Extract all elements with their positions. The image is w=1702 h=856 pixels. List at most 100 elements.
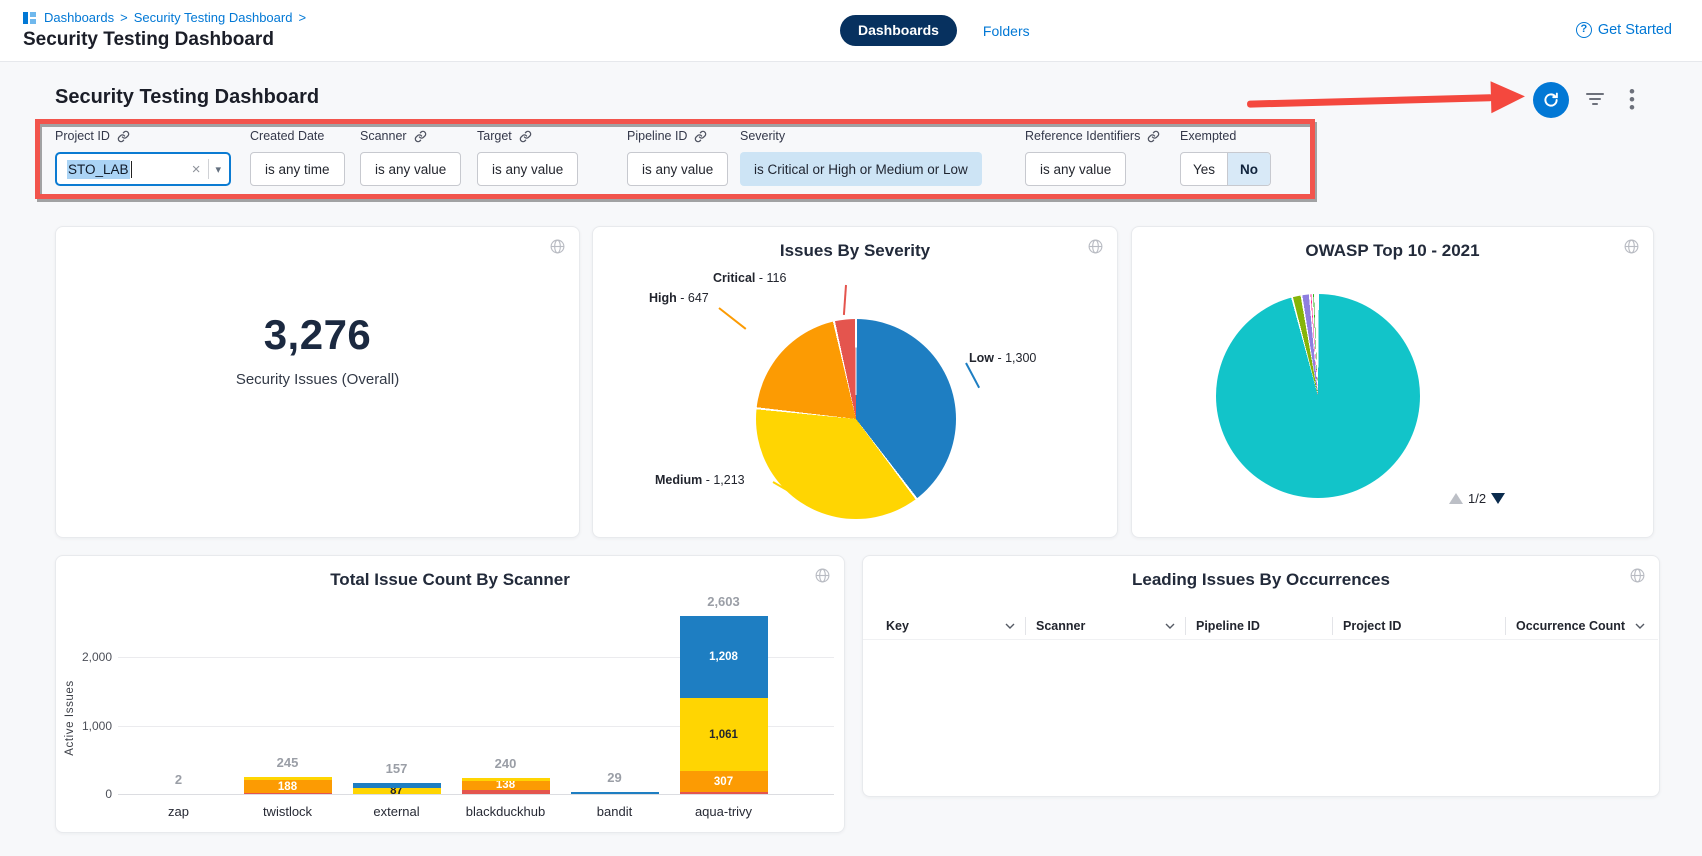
dashboard-title: Security Testing Dashboard	[55, 86, 319, 109]
bar-total-zap: 2	[124, 772, 233, 787]
breadcrumb-link-security-testing-dashboard[interactable]: Security Testing Dashboard	[134, 10, 293, 25]
sort-chevron	[1005, 623, 1015, 629]
pagination-up-icon[interactable]	[1449, 493, 1463, 504]
tab-folders[interactable]: Folders	[983, 23, 1030, 39]
chevron-down-icon	[1635, 623, 1645, 629]
bar-total-aqua-trivy: 2,603	[669, 594, 778, 609]
filter-label-text: Severity	[740, 129, 785, 143]
refresh-button[interactable]	[1533, 82, 1569, 118]
filter-label-reference-identifiers: Reference Identifiers	[1025, 128, 1160, 144]
x-axis-label-bandit: bandit	[560, 804, 669, 819]
filter-created-date: Created Date is any time	[250, 128, 345, 186]
filter-project-id: Project IDSTO_LAB×▾	[55, 128, 231, 186]
filter-reference-identifiers: Reference Identifiers is any value	[1025, 128, 1160, 186]
x-axis-label-external: external	[342, 804, 451, 819]
toggle-option-no[interactable]: No	[1227, 153, 1270, 185]
y-tick-label: 2,000	[70, 650, 112, 664]
header-tabs: Dashboards Folders	[840, 15, 1030, 46]
card-security-issues-overall: 3,276 Security Issues (Overall)	[55, 226, 580, 538]
link-icon	[694, 130, 707, 143]
column-header-key[interactable]: Key	[876, 617, 1025, 635]
breadcrumb: Dashboards > Security Testing Dashboard >	[44, 10, 306, 25]
filter-label-text: Created Date	[250, 129, 324, 143]
pagination-down-icon[interactable]	[1491, 493, 1505, 504]
column-header-occurrence-count[interactable]: Occurrence Count	[1505, 617, 1655, 635]
column-header-pipeline-id[interactable]: Pipeline ID	[1185, 617, 1332, 635]
filter-label-pipeline-id: Pipeline ID	[627, 128, 728, 144]
bar-segment-bandit	[571, 792, 659, 794]
filter-label-severity: Severity	[740, 128, 982, 144]
globe-icon	[1087, 238, 1104, 255]
tab-dashboards[interactable]: Dashboards	[840, 15, 957, 46]
card-owasp-top-10: OWASP Top 10 - 2021 1/2	[1131, 226, 1654, 538]
scanner-bar-plot: 01,0002,0002zap188245twistlock87157exter…	[56, 556, 844, 832]
bar-total-blackduckhub: 240	[451, 756, 560, 771]
globe-icon	[549, 238, 566, 255]
column-header-label: Occurrence Count	[1516, 619, 1625, 633]
filter-input-project-id[interactable]: STO_LAB×▾	[55, 152, 231, 186]
leader-line-critical	[843, 285, 847, 315]
x-axis-label-zap: zap	[124, 804, 233, 819]
filter-button-pipeline-id[interactable]: is any value	[627, 152, 728, 186]
filter-label-text: Reference Identifiers	[1025, 129, 1140, 143]
bar-total-twistlock: 245	[233, 755, 342, 770]
filter-label-project-id: Project ID	[55, 128, 231, 144]
filter-scanner: Scanner is any value	[360, 128, 461, 186]
globe-icon	[549, 238, 566, 260]
bar-segment-external: 87	[353, 788, 441, 794]
filter-label-text: Scanner	[360, 129, 407, 143]
link-icon	[117, 130, 130, 143]
page-title: Security Testing Dashboard	[23, 29, 274, 51]
link-icon	[1147, 130, 1160, 143]
column-header-label: Project ID	[1343, 619, 1401, 633]
filter-label-exempted: Exempted	[1180, 128, 1271, 144]
bar-segment-twistlock	[244, 777, 332, 780]
bar-segment-aqua-trivy: 1,208	[680, 616, 768, 699]
clear-icon[interactable]: ×	[188, 161, 205, 178]
globe-icon	[1623, 238, 1640, 260]
filter-button-target[interactable]: is any value	[477, 152, 578, 186]
leader-line-high	[718, 307, 746, 330]
breadcrumb-link-dashboards[interactable]: Dashboards	[44, 10, 114, 25]
stat-label: Security Issues (Overall)	[56, 371, 579, 388]
x-axis-label-blackduckhub: blackduckhub	[451, 804, 560, 819]
filter-toggle-exempted: YesNo	[1180, 152, 1271, 186]
get-started-label: Get Started	[1598, 22, 1672, 38]
kebab-menu-icon[interactable]: •••	[1629, 88, 1635, 112]
breadcrumb-separator: >	[298, 10, 306, 25]
stat-value: 3,276	[56, 311, 579, 359]
card-leading-issues-by-occurrences: Leading Issues By Occurrences KeyScanner…	[862, 555, 1660, 797]
owasp-pagination: 1/2	[1449, 491, 1505, 506]
pagination-label: 1/2	[1468, 491, 1486, 506]
filter-button-reference-identifiers[interactable]: is any value	[1025, 152, 1126, 186]
column-header-label: Scanner	[1036, 619, 1085, 633]
column-header-project-id[interactable]: Project ID	[1332, 617, 1505, 635]
get-started-link[interactable]: ? Get Started	[1576, 22, 1672, 38]
app-header: Dashboards > Security Testing Dashboard > S…	[0, 0, 1702, 62]
bar-segment-aqua-trivy	[680, 792, 768, 794]
filter-label-created-date: Created Date	[250, 128, 345, 144]
chevron-down-icon	[1165, 623, 1175, 629]
filter-button-created-date[interactable]: is any time	[250, 152, 345, 186]
bar-segment-blackduckhub	[462, 778, 550, 781]
annotation-red-arrow	[1247, 80, 1528, 119]
column-header-label: Key	[886, 619, 909, 633]
breadcrumb-separator: >	[120, 10, 128, 25]
bar-segment-blackduckhub: 138	[462, 781, 550, 790]
chevron-down-icon	[1005, 623, 1015, 629]
column-header-scanner[interactable]: Scanner	[1025, 617, 1185, 635]
filter-button-scanner[interactable]: is any value	[360, 152, 461, 186]
chart-title-severity: Issues By Severity	[593, 241, 1117, 261]
bar-total-external: 157	[342, 761, 451, 776]
filter-pipeline-id: Pipeline ID is any value	[627, 128, 728, 186]
dropdown-caret-icon[interactable]: ▾	[215, 163, 221, 176]
filter-chip-severity[interactable]: is Critical or High or Medium or Low	[740, 152, 982, 186]
card-issues-by-severity: Issues By Severity Low - 1,300Medium - 1…	[592, 226, 1118, 538]
toggle-option-yes[interactable]: Yes	[1181, 153, 1227, 185]
dashboard-filter-icon[interactable]	[1586, 93, 1604, 107]
owasp-pie	[1216, 294, 1420, 498]
divider	[208, 159, 209, 179]
refresh-icon	[1542, 91, 1560, 109]
gridline-0	[118, 794, 834, 795]
globe-icon	[1623, 238, 1640, 255]
